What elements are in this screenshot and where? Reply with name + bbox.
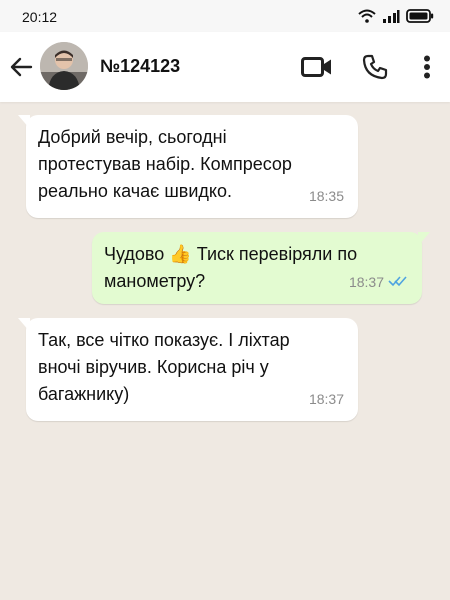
thumbs-up-emoji: 👍 bbox=[169, 244, 192, 264]
phone-icon[interactable] bbox=[358, 50, 392, 84]
message-bubble-incoming[interactable]: Добрий вечір, сьогодні протестував набір… bbox=[18, 115, 358, 218]
status-icons bbox=[358, 9, 434, 28]
message-bubble-incoming[interactable]: Так, все чітко показує. І ліхтар вночі в… bbox=[18, 318, 358, 421]
message-meta: 18:37 bbox=[309, 386, 344, 413]
message-time: 18:35 bbox=[308, 188, 344, 204]
message-line: Так, все чітко показує. І ліхтар bbox=[38, 330, 290, 350]
bubble-tail bbox=[18, 115, 30, 129]
message-meta: 18:35 bbox=[309, 183, 344, 210]
bubble-tail bbox=[18, 318, 30, 332]
signal-icon bbox=[382, 9, 400, 28]
wifi-icon bbox=[358, 9, 376, 28]
message-time: 18:37 bbox=[308, 391, 344, 407]
message-time: 18:37 bbox=[348, 274, 384, 290]
message-word: Тиск перевіряли по bbox=[196, 244, 358, 264]
chat-header: №124123 bbox=[0, 32, 450, 102]
message-line: Чудово 👍 Тиск перевіряли по bbox=[104, 241, 410, 268]
avatar[interactable] bbox=[40, 42, 88, 90]
chat-area: Добрий вечір, сьогодні протестував набір… bbox=[0, 102, 450, 600]
message-word: Чудово bbox=[104, 244, 165, 264]
read-ticks-icon bbox=[388, 269, 408, 296]
battery-icon bbox=[406, 9, 434, 28]
message-meta: 18:37 bbox=[349, 269, 408, 296]
more-vert-icon[interactable] bbox=[410, 50, 444, 84]
message-line: реально качає швидко. bbox=[38, 181, 232, 201]
message-line: багажнику) bbox=[38, 384, 130, 404]
status-time: 20:12 bbox=[22, 9, 58, 25]
back-arrow-icon[interactable] bbox=[9, 54, 35, 80]
video-call-icon[interactable] bbox=[300, 50, 334, 84]
message-line: Добрий вечір, сьогодні bbox=[38, 127, 227, 147]
bubble-tail bbox=[418, 232, 430, 246]
message-line: протестував набір. Компресор bbox=[38, 154, 292, 174]
status-bar: 20:12 bbox=[0, 0, 450, 32]
contact-name[interactable]: №124123 bbox=[100, 56, 180, 77]
message-line: вночі віручив. Корисна річ у bbox=[38, 357, 269, 377]
message-bubble-outgoing[interactable]: Чудово 👍 Тиск перевіряли по манометру? 1… bbox=[92, 232, 430, 304]
